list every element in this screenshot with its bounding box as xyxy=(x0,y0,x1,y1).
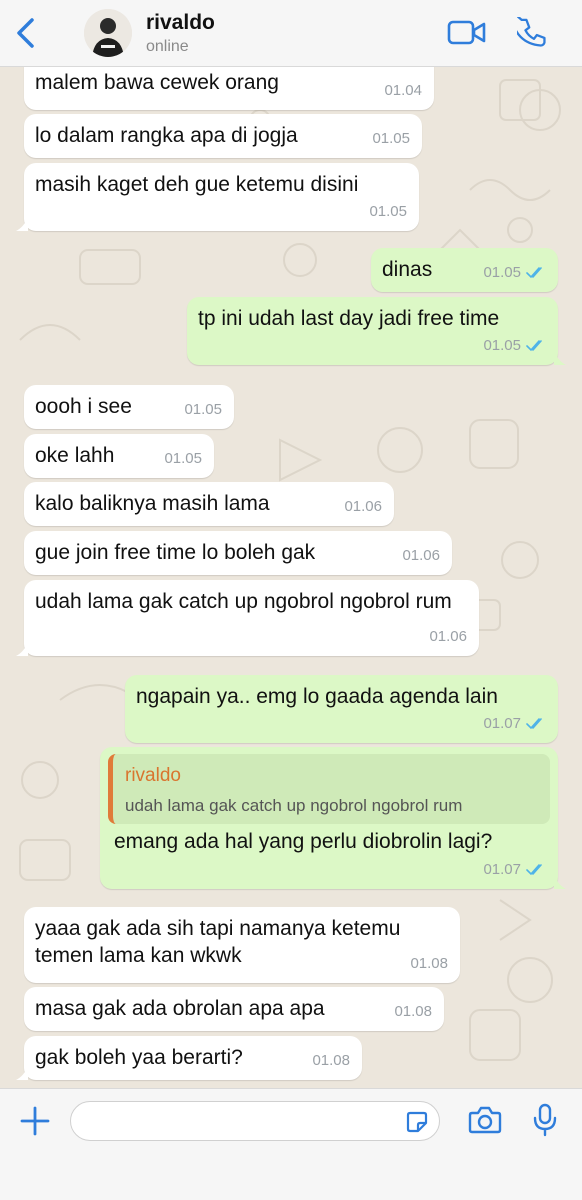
bubble-tail xyxy=(16,642,28,656)
phone-icon[interactable] xyxy=(517,17,549,49)
read-receipt-icon xyxy=(526,266,542,278)
bubble-tail xyxy=(554,875,566,889)
attach-plus-icon[interactable] xyxy=(20,1106,50,1136)
incoming-message[interactable]: kalo baliknya masih lama 01.06 xyxy=(24,482,394,526)
read-receipt-icon xyxy=(526,863,542,875)
incoming-message[interactable]: oke lahh 01.05 xyxy=(24,434,214,478)
camera-icon[interactable] xyxy=(468,1105,502,1135)
message-time: 01.06 xyxy=(344,498,382,515)
message-text: udah lama gak catch up ngobrol ngobrol r… xyxy=(35,590,452,613)
message-time: 01.08 xyxy=(394,1003,432,1020)
contact-status: online xyxy=(146,38,189,55)
quoted-message[interactable]: rivaldo udah lama gak catch up ngobrol n… xyxy=(108,754,550,824)
sticker-icon[interactable] xyxy=(405,1110,429,1134)
incoming-message[interactable]: udah lama gak catch up ngobrol ngobrol r… xyxy=(16,580,479,656)
message-text: gak boleh yaa berarti? xyxy=(35,1046,243,1069)
bubble-tail xyxy=(16,1066,28,1080)
message-text: masa gak ada obrolan apa apa xyxy=(35,997,325,1020)
quoted-text: udah lama gak catch up ngobrol ngobrol r… xyxy=(125,796,463,815)
incoming-message[interactable]: masih kaget deh gue ketemu disini 01.05 xyxy=(16,163,419,231)
message-text: malem bawa cewek orang xyxy=(35,71,279,94)
message-time: 01.08 xyxy=(312,1052,350,1069)
microphone-icon[interactable] xyxy=(532,1103,558,1137)
message-time: 01.08 xyxy=(410,955,448,972)
message-time: 01.07 xyxy=(483,861,521,878)
message-text: kalo baliknya masih lama xyxy=(35,492,270,515)
incoming-message[interactable]: lo dalam rangka apa di jogja 01.05 xyxy=(24,114,422,158)
message-time: 01.05 xyxy=(184,401,222,418)
incoming-message[interactable]: masa gak ada obrolan apa apa 01.08 xyxy=(24,987,444,1031)
bubble-tail xyxy=(554,351,566,365)
message-time: 01.04 xyxy=(384,82,422,99)
outgoing-message[interactable]: tp ini udah last day jadi free time 01.0… xyxy=(187,297,566,365)
incoming-message[interactable]: oooh i see 01.05 xyxy=(24,385,234,429)
contact-name[interactable]: rivaldo xyxy=(146,11,215,35)
incoming-message[interactable]: gue join free time lo boleh gak 01.06 xyxy=(24,531,452,575)
message-input-box[interactable] xyxy=(70,1101,440,1142)
chat-header: rivaldo online xyxy=(0,0,582,67)
message-time: 01.06 xyxy=(402,547,440,564)
message-time: 01.05 xyxy=(483,264,521,281)
message-list[interactable]: malem bawa cewek orang 01.04 lo dalam ra… xyxy=(0,66,582,1088)
message-text: ngapain ya.. emg lo gaada agenda lain xyxy=(136,685,498,708)
outgoing-message[interactable]: ngapain ya.. emg lo gaada agenda lain 01… xyxy=(125,675,558,743)
message-composer xyxy=(0,1088,582,1200)
contact-avatar[interactable] xyxy=(84,9,132,57)
read-receipt-icon xyxy=(526,339,542,351)
video-call-icon[interactable] xyxy=(447,19,487,47)
message-time: 01.05 xyxy=(372,130,410,147)
incoming-message[interactable]: yaaa gak ada sih tapi namanya ketemu tem… xyxy=(24,907,460,983)
bubble-tail xyxy=(16,217,28,231)
message-text: lo dalam rangka apa di jogja xyxy=(35,124,298,147)
message-text: masih kaget deh gue ketemu disini xyxy=(35,173,359,196)
avatar-person-icon xyxy=(84,9,132,57)
incoming-message[interactable]: malem bawa cewek orang 01.04 xyxy=(24,66,434,110)
back-chevron-icon[interactable] xyxy=(14,17,38,49)
outgoing-reply-message[interactable]: rivaldo udah lama gak catch up ngobrol n… xyxy=(100,747,566,889)
message-text: gue join free time lo boleh gak xyxy=(35,541,316,564)
message-time: 01.06 xyxy=(429,628,467,645)
message-text: emang ada hal yang perlu diobrolin lagi? xyxy=(114,830,493,853)
quoted-sender: rivaldo xyxy=(125,765,181,786)
message-text: yaaa gak ada sih tapi namanya ketemu tem… xyxy=(35,917,401,967)
message-time: 01.05 xyxy=(164,450,202,467)
read-receipt-icon xyxy=(526,717,542,729)
message-input[interactable] xyxy=(85,1102,409,1142)
message-time: 01.07 xyxy=(483,715,521,732)
message-time: 01.05 xyxy=(369,203,407,220)
incoming-message[interactable]: gak boleh yaa berarti? 01.08 xyxy=(16,1036,362,1080)
message-time: 01.05 xyxy=(483,337,521,354)
message-text: tp ini udah last day jadi free time xyxy=(198,307,500,330)
outgoing-message[interactable]: dinas 01.05 xyxy=(371,248,558,292)
